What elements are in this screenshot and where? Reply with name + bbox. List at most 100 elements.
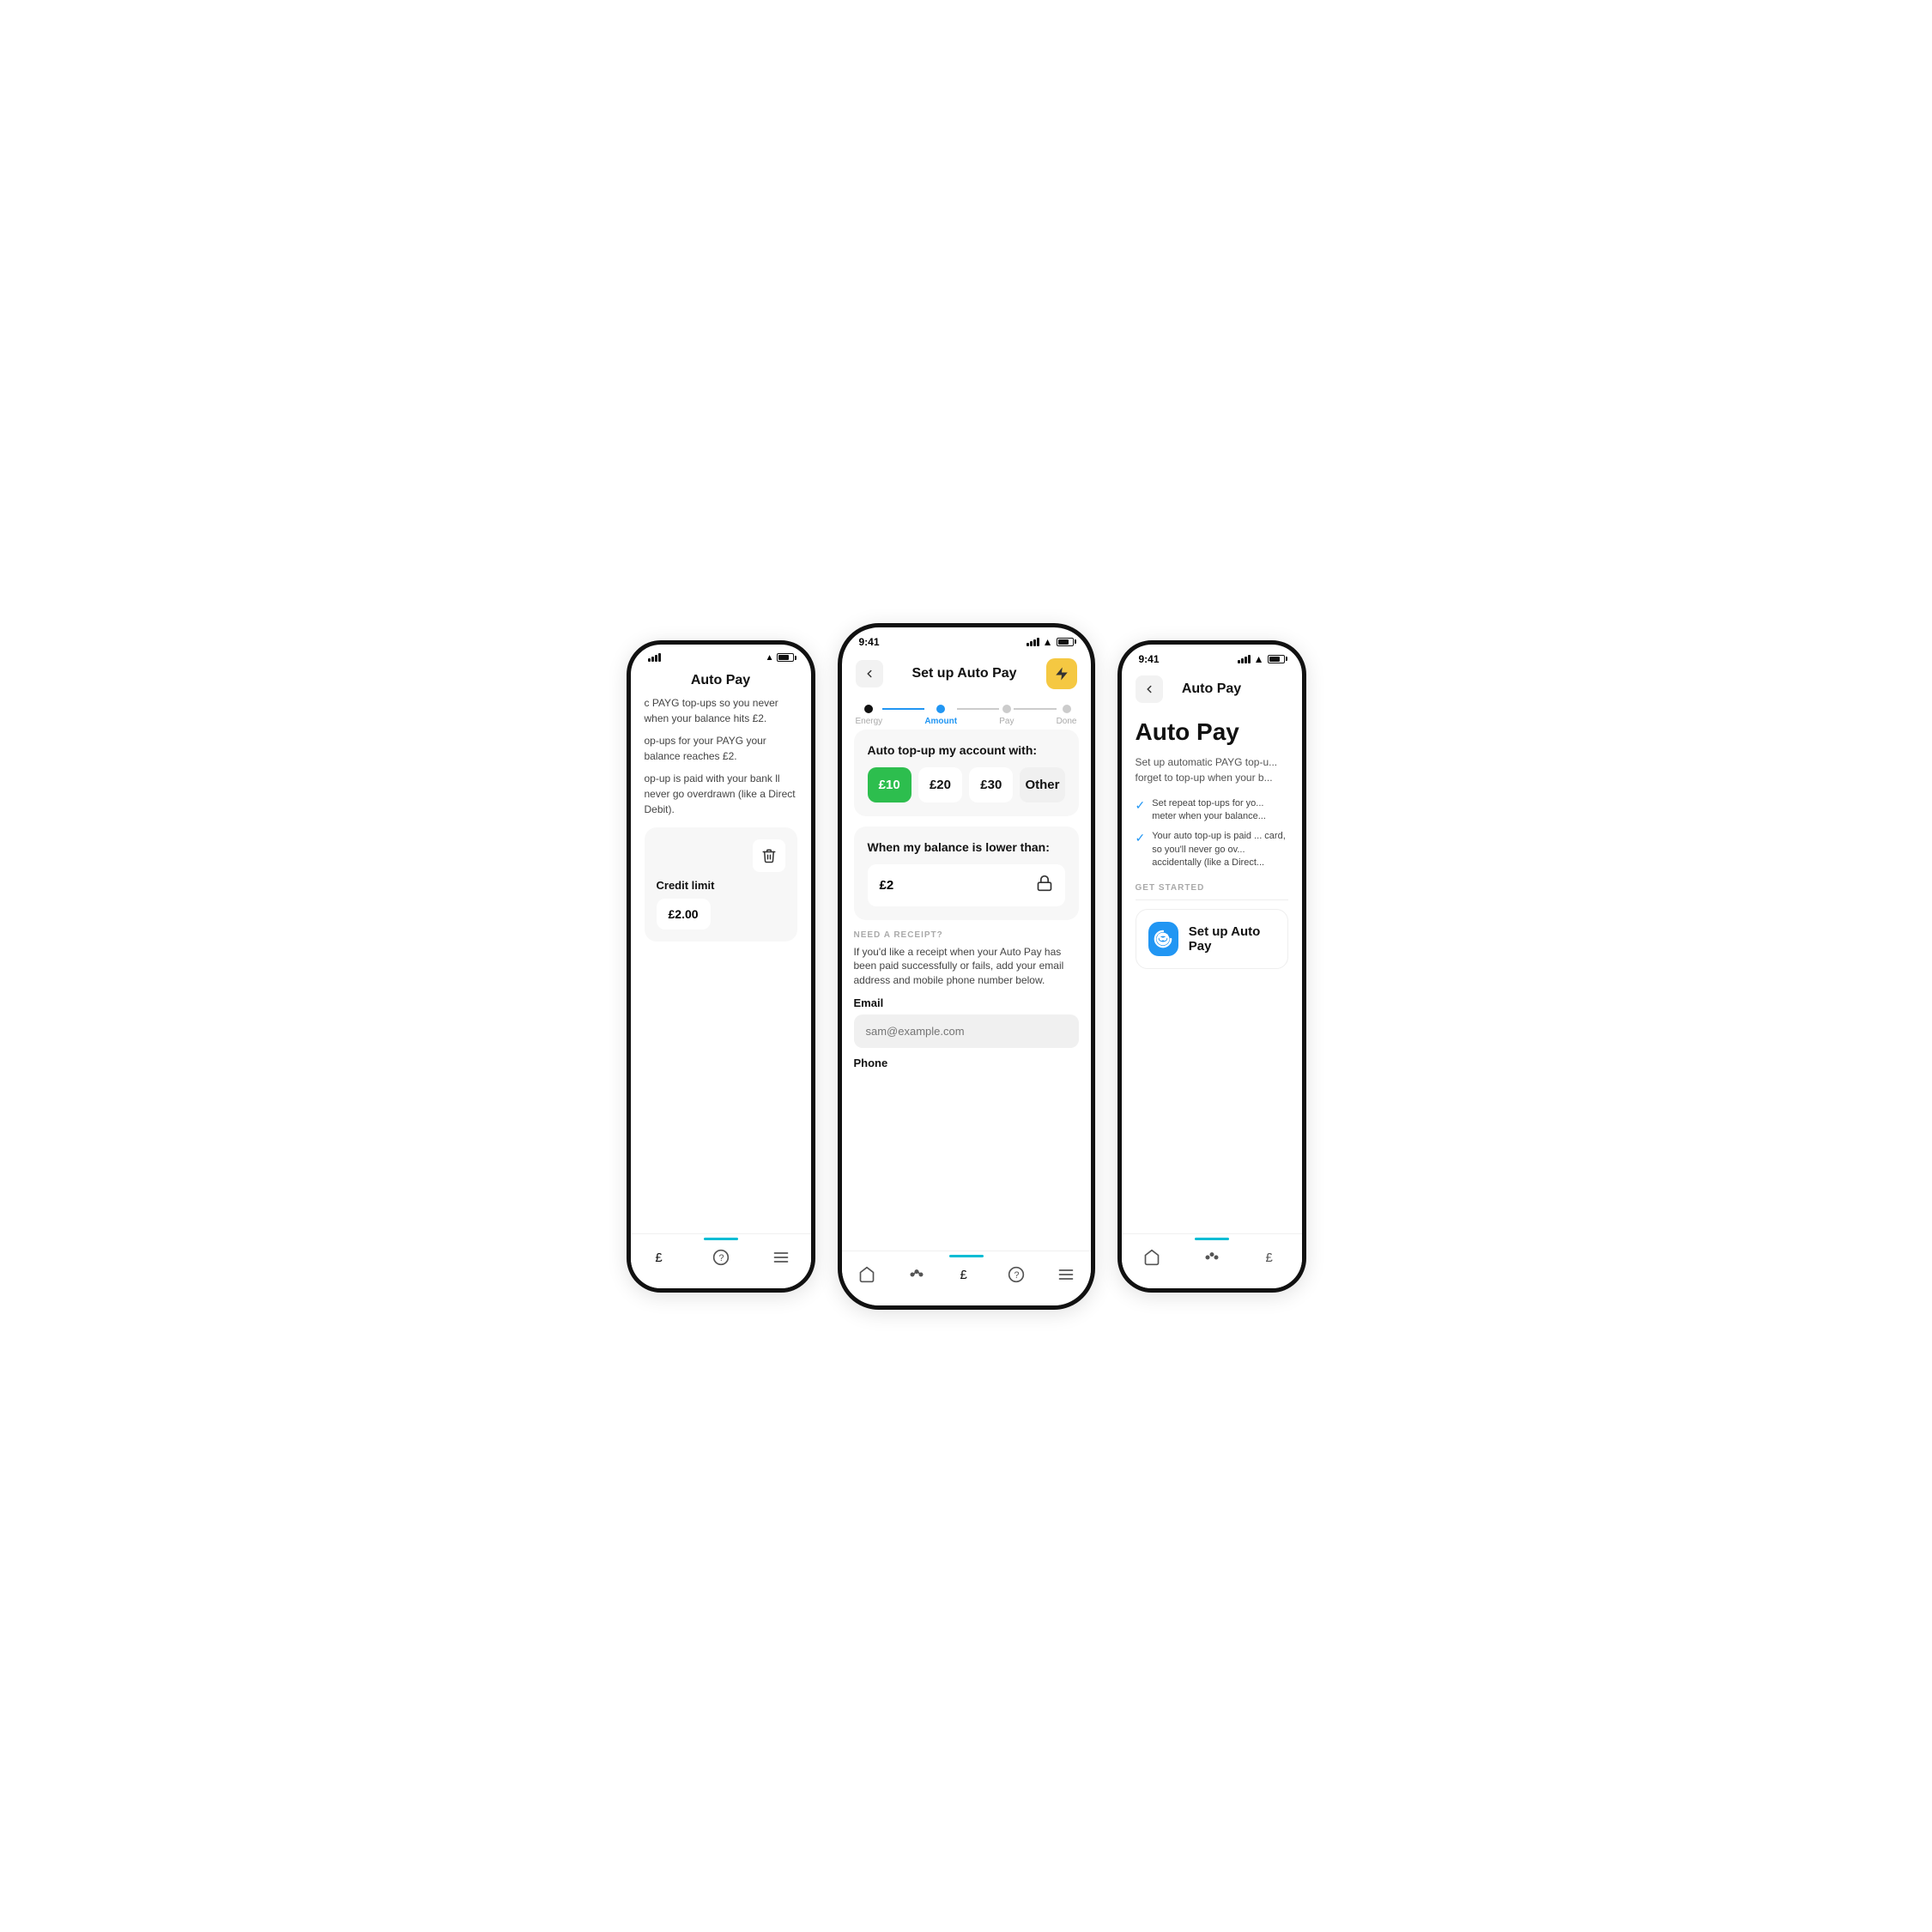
center-status-bar: 9:41 ▲	[842, 627, 1091, 651]
signal-icon	[648, 653, 661, 662]
step-line-1	[882, 708, 924, 710]
right-status-bar: 9:41 ▲	[1122, 645, 1302, 669]
receipt-section-label: NEED A RECEIPT?	[854, 930, 1079, 940]
setup-autopay-button[interactable]: Set up Auto Pay	[1136, 909, 1288, 969]
amount-20-button[interactable]: £20	[918, 767, 962, 802]
step-energy-dot	[864, 705, 873, 713]
step-done-label: Done	[1057, 717, 1077, 726]
right-nav-activity[interactable]	[1195, 1240, 1229, 1275]
step-energy-label: Energy	[856, 717, 883, 726]
center-bottom-nav: £ ?	[842, 1251, 1091, 1305]
left-header-title: Auto Pay	[691, 673, 750, 688]
receipt-description: If you'd like a receipt when your Auto P…	[854, 945, 1079, 988]
right-status-icons: ▲	[1238, 653, 1285, 665]
balance-card: When my balance is lower than: £2	[854, 827, 1079, 920]
left-nav-indicator	[704, 1238, 738, 1240]
right-nav-indicator	[1195, 1238, 1229, 1240]
topup-card: Auto top-up my account with: £10 £20 £30…	[854, 730, 1079, 816]
setup-autopay-label: Set up Auto Pay	[1189, 924, 1275, 954]
wifi-icon: ▲	[766, 653, 774, 663]
step-line-3	[1014, 708, 1056, 710]
amount-other-button[interactable]: Other	[1020, 767, 1064, 802]
credit-limit-label: Credit limit	[657, 879, 785, 892]
center-wifi-icon: ▲	[1043, 636, 1053, 648]
right-battery-icon	[1268, 655, 1285, 663]
battery-icon	[777, 653, 794, 662]
right-nav-pound[interactable]: £	[1255, 1240, 1289, 1275]
get-started-label: GET STARTED	[1136, 883, 1288, 893]
balance-card-title: When my balance is lower than:	[868, 840, 1065, 854]
amount-30-button[interactable]: £30	[969, 767, 1013, 802]
email-input[interactable]	[854, 1014, 1079, 1048]
step-amount: Amount	[924, 705, 957, 726]
step-pay: Pay	[999, 705, 1014, 726]
amount-row: £10 £20 £30 Other	[868, 767, 1065, 802]
left-desc-1: c PAYG top-ups so you never when your ba…	[645, 695, 797, 726]
center-signal-icon	[1027, 638, 1039, 646]
left-desc-3: op-up is paid with your bank ll never go…	[645, 771, 797, 817]
left-nav-pound[interactable]: £	[644, 1240, 678, 1275]
autopay-desc: Set up automatic PAYG top-u...forget to …	[1136, 754, 1288, 785]
right-time: 9:41	[1139, 653, 1160, 665]
center-status-icons: ▲	[1027, 636, 1074, 648]
topup-card-title: Auto top-up my account with:	[868, 743, 1065, 757]
right-header-title: Auto Pay	[1182, 681, 1241, 697]
right-back-button[interactable]	[1136, 675, 1163, 703]
trash-button[interactable]	[753, 839, 785, 872]
right-phone: 9:41 ▲ Auto Pay	[1117, 640, 1306, 1293]
center-nav-pound[interactable]: £	[949, 1257, 984, 1292]
center-header-title: Set up Auto Pay	[911, 666, 1016, 681]
center-back-button[interactable]	[856, 660, 883, 687]
center-nav-menu[interactable]	[1049, 1257, 1083, 1292]
right-scroll-content: Auto Pay Set up automatic PAYG top-u...f…	[1122, 710, 1302, 1208]
svg-text:?: ?	[1014, 1270, 1019, 1281]
center-nav-home[interactable]	[850, 1257, 884, 1292]
step-pay-label: Pay	[999, 717, 1014, 726]
center-header: Set up Auto Pay	[842, 651, 1091, 696]
left-nav-menu[interactable]	[764, 1240, 798, 1275]
check-item-1: ✓ Set repeat top-ups for yo... meter whe…	[1136, 797, 1288, 824]
right-signal-icon	[1238, 655, 1251, 663]
left-credit-card: Credit limit £2.00	[645, 827, 797, 942]
step-line-2	[957, 708, 999, 710]
lock-icon	[1036, 875, 1053, 896]
step-energy: Energy	[856, 705, 883, 726]
svg-text:£: £	[655, 1251, 663, 1265]
center-time: 9:41	[859, 636, 880, 648]
phone-label: Phone	[854, 1057, 1079, 1069]
receipt-section: NEED A RECEIPT? If you'd like a receipt …	[854, 930, 1079, 1069]
setup-autopay-icon	[1148, 922, 1178, 956]
step-amount-dot	[936, 705, 945, 713]
credit-value: £2.00	[657, 899, 711, 930]
step-done: Done	[1057, 705, 1077, 726]
check-item-2: ✓ Your auto top-up is paid ... card, so …	[1136, 830, 1288, 869]
center-lightning-button[interactable]	[1046, 658, 1077, 689]
step-done-dot	[1063, 705, 1071, 713]
right-nav-home[interactable]	[1135, 1240, 1169, 1275]
svg-text:£: £	[1265, 1251, 1273, 1265]
svg-text:?: ?	[718, 1253, 724, 1263]
email-label: Email	[854, 996, 1079, 1009]
divider	[1136, 899, 1288, 900]
center-stepper: Energy Amount Pay Done	[842, 696, 1091, 730]
step-amount-label: Amount	[924, 717, 957, 726]
center-battery-icon	[1057, 638, 1074, 646]
center-nav-indicator	[949, 1255, 984, 1257]
left-bottom-nav: £ ?	[631, 1233, 811, 1288]
left-header: Auto Pay	[631, 666, 811, 695]
check-text-1: Set repeat top-ups for yo... meter when …	[1152, 797, 1287, 824]
check-list: ✓ Set repeat top-ups for yo... meter whe…	[1136, 797, 1288, 870]
checkmark-1: ✓	[1136, 798, 1146, 813]
center-nav-question[interactable]: ?	[999, 1257, 1033, 1292]
left-nav-question[interactable]: ?	[704, 1240, 738, 1275]
svg-text:£: £	[960, 1268, 967, 1282]
right-header: Auto Pay	[1122, 669, 1302, 710]
right-wifi-icon: ▲	[1254, 653, 1264, 665]
check-text-2: Your auto top-up is paid ... card, so yo…	[1152, 830, 1287, 869]
center-scroll-content: Auto top-up my account with: £10 £20 £30…	[842, 730, 1091, 1245]
amount-10-button[interactable]: £10	[868, 767, 911, 802]
autopay-title: Auto Pay	[1136, 718, 1288, 746]
left-battery-icons: ▲	[766, 653, 794, 663]
center-nav-activity[interactable]	[899, 1257, 934, 1292]
center-phone: 9:41 ▲ Set up Auto Pay	[838, 623, 1095, 1310]
